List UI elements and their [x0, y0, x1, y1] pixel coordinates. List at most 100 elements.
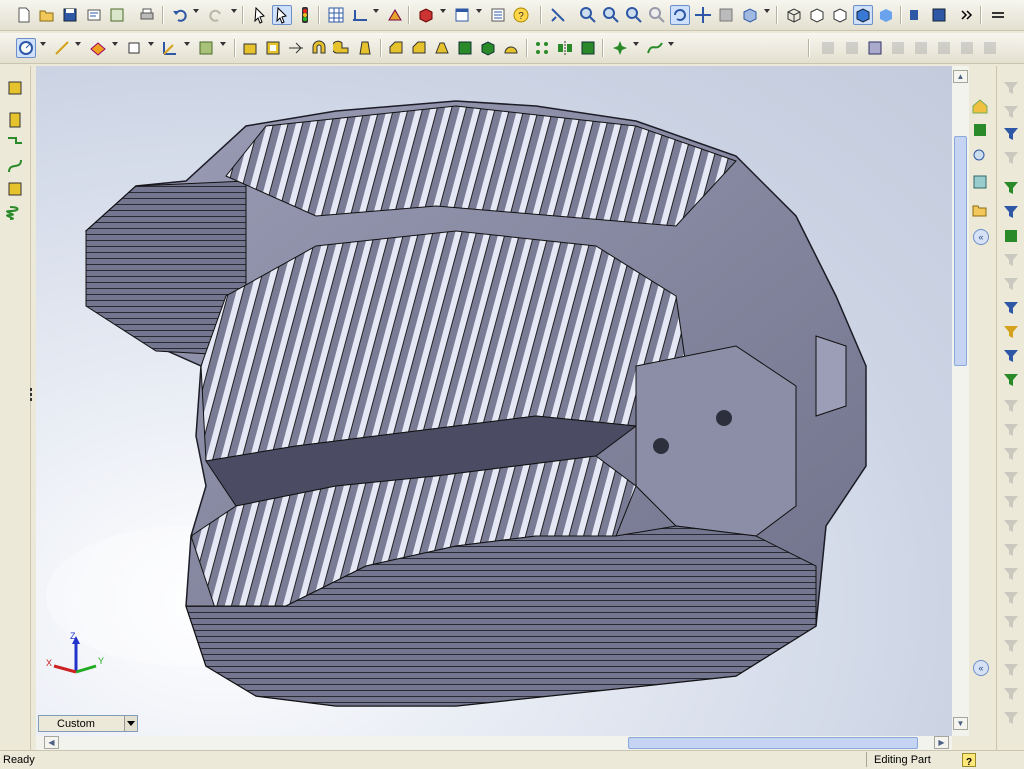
- file-explorer-icon[interactable]: [970, 146, 990, 166]
- curve-icon[interactable]: [5, 156, 25, 176]
- spline-icon[interactable]: [645, 38, 665, 58]
- help-icon[interactable]: ?: [511, 5, 531, 25]
- view-palette-icon[interactable]: [970, 172, 990, 192]
- extrude-boss-icon[interactable]: [240, 38, 260, 58]
- reference-plane-icon[interactable]: [88, 38, 108, 58]
- filter-4-icon[interactable]: [1001, 148, 1021, 168]
- pan-icon[interactable]: [693, 5, 713, 25]
- curves-icon[interactable]: [196, 38, 216, 58]
- features-tree-icon[interactable]: [578, 38, 598, 58]
- grid-icon[interactable]: [326, 5, 346, 25]
- wireframe-icon[interactable]: [784, 5, 804, 25]
- left-splitter-handle[interactable]: [30, 386, 34, 416]
- smart-select-icon[interactable]: [272, 5, 292, 25]
- filter-24-icon[interactable]: [1001, 708, 1021, 728]
- filter-8-icon[interactable]: [1001, 322, 1021, 342]
- filter-faces-icon[interactable]: [1001, 226, 1021, 246]
- filter-5-icon[interactable]: [1001, 250, 1021, 270]
- draft-icon[interactable]: [455, 38, 475, 58]
- addins-icon[interactable]: [988, 5, 1008, 25]
- reference-point-icon[interactable]: [610, 38, 630, 58]
- sketch-icon[interactable]: [16, 38, 36, 58]
- section-icon[interactable]: [929, 5, 949, 25]
- sketch-dims-icon[interactable]: [350, 5, 370, 25]
- filter-3-icon[interactable]: [1001, 124, 1021, 144]
- rib-icon[interactable]: [432, 38, 452, 58]
- extrude-cut-icon[interactable]: [263, 38, 283, 58]
- collapse-pane-icon[interactable]: «: [973, 229, 989, 245]
- zoom-prev-icon[interactable]: [647, 5, 667, 25]
- filter-12-icon[interactable]: [1001, 420, 1021, 440]
- open-icon[interactable]: [37, 5, 57, 25]
- section-view-icon[interactable]: [740, 5, 760, 25]
- vertical-scroll-thumb[interactable]: [954, 136, 967, 366]
- view-orientation-select[interactable]: Custom: [38, 715, 138, 732]
- properties-icon[interactable]: [488, 5, 508, 25]
- filter-17-icon[interactable]: [1001, 540, 1021, 560]
- filter-23-icon[interactable]: [1001, 684, 1021, 704]
- filter-edges-icon[interactable]: [1001, 202, 1021, 222]
- tool-3-icon[interactable]: [865, 38, 885, 58]
- horizontal-scroll-thumb[interactable]: [628, 737, 918, 749]
- scroll-right-icon[interactable]: ▶: [934, 736, 949, 749]
- chamfer-icon[interactable]: [386, 38, 406, 58]
- open-folder-icon[interactable]: [970, 200, 990, 220]
- filter-18-icon[interactable]: [1001, 564, 1021, 584]
- help-status-icon[interactable]: ?: [962, 753, 976, 768]
- filter-9-icon[interactable]: [1001, 346, 1021, 366]
- hidden-lines-visible-icon[interactable]: [807, 5, 827, 25]
- view-orient-icon[interactable]: [452, 5, 472, 25]
- scroll-up-icon[interactable]: ▲: [953, 70, 968, 83]
- select-icon[interactable]: [250, 5, 270, 25]
- 3d-part-icon[interactable]: [416, 5, 436, 25]
- print-icon[interactable]: [137, 5, 157, 25]
- zoom-in-icon[interactable]: [601, 5, 621, 25]
- extrude-left-icon[interactable]: [5, 110, 25, 130]
- undo-icon[interactable]: [170, 5, 190, 25]
- filter-21-icon[interactable]: [1001, 636, 1021, 656]
- home-icon[interactable]: [970, 96, 990, 116]
- coordinate-icon[interactable]: [160, 38, 180, 58]
- zoom-area-icon[interactable]: [578, 5, 598, 25]
- scroll-left-icon[interactable]: ◀: [44, 736, 59, 749]
- filter-7-icon[interactable]: [1001, 298, 1021, 318]
- filter-11-icon[interactable]: [1001, 396, 1021, 416]
- shaded-icon[interactable]: [876, 5, 896, 25]
- rebuild-icon[interactable]: [385, 5, 405, 25]
- filter-19-icon[interactable]: [1001, 588, 1021, 608]
- options-icon[interactable]: [107, 5, 127, 25]
- filter-13-icon[interactable]: [1001, 444, 1021, 464]
- revolve-icon[interactable]: [286, 38, 306, 58]
- fillet-icon[interactable]: [355, 38, 375, 58]
- 3d-drawing-icon[interactable]: [716, 5, 736, 25]
- design-library-icon[interactable]: [970, 120, 990, 140]
- rotate-view-icon[interactable]: [670, 5, 690, 25]
- shaded-edges-icon[interactable]: [853, 5, 873, 25]
- wrap-icon[interactable]: [478, 38, 498, 58]
- helix-icon[interactable]: [5, 202, 25, 222]
- sketch-plane-icon[interactable]: [5, 78, 25, 98]
- redo-icon[interactable]: [206, 5, 226, 25]
- perspective-icon[interactable]: [906, 5, 926, 25]
- vertical-scrollbar[interactable]: ▲ ▼: [952, 66, 969, 736]
- filter-15-icon[interactable]: [1001, 492, 1021, 512]
- shell-icon[interactable]: [409, 38, 429, 58]
- filter-14-icon[interactable]: [1001, 468, 1021, 488]
- sweep-icon[interactable]: [309, 38, 329, 58]
- part-model[interactable]: [36, 66, 952, 736]
- filter-6-icon[interactable]: [1001, 274, 1021, 294]
- filter-1-icon[interactable]: [1001, 78, 1021, 98]
- line-icon[interactable]: [5, 133, 25, 153]
- filter-22-icon[interactable]: [1001, 660, 1021, 680]
- filter-2-icon[interactable]: [1001, 102, 1021, 122]
- reference-geometry-icon[interactable]: [124, 38, 144, 58]
- surface-icon[interactable]: [5, 179, 25, 199]
- chevron-down-icon[interactable]: [124, 716, 137, 731]
- filter-20-icon[interactable]: [1001, 612, 1021, 632]
- graphics-viewport[interactable]: Z Y X: [36, 66, 952, 736]
- save-icon[interactable]: [60, 5, 80, 25]
- filter-10-icon[interactable]: [1001, 370, 1021, 390]
- new-icon[interactable]: [14, 5, 34, 25]
- traffic-light-icon[interactable]: [295, 5, 315, 25]
- zoom-fit-icon[interactable]: [548, 5, 568, 25]
